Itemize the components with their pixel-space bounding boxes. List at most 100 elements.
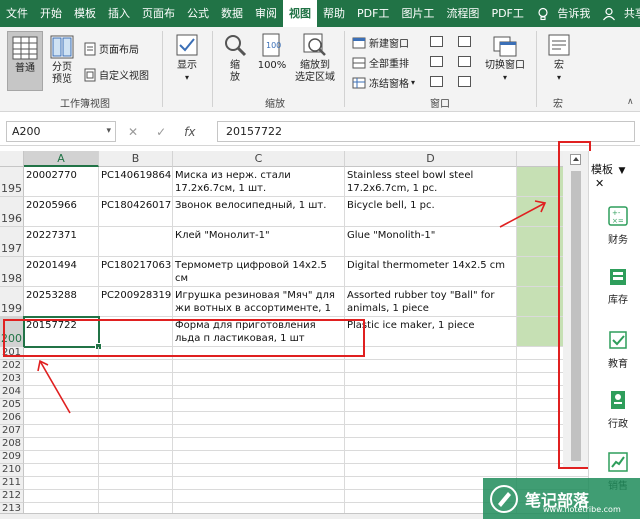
show-icon [176,34,198,56]
tab-template[interactable]: 模板 [68,0,102,27]
insert-function-icon[interactable]: fx [184,125,195,139]
zoom-label-1: 缩 [230,60,240,71]
template-side-panel: 模板 ▼ ✕ +-×= 财务 库存 教育 行政 销售 [588,151,640,519]
page-layout-button[interactable]: 页面布局 [84,41,139,56]
share-label: 共享 [623,7,640,20]
name-box-dropdown-icon[interactable]: ▾ [106,122,111,141]
side-panel-close-icon[interactable]: ✕ [595,177,604,190]
switch-windows-button[interactable]: 切换窗口 ▾ [482,33,528,84]
freeze-panes-button[interactable]: 冻结窗格 ▾ [352,75,415,90]
worksheet-grid[interactable]: A B C D 195 20002770 PC140619864 Миска и… [0,151,588,519]
inventory-icon [610,269,626,285]
formula-bar: A200 ▾ ✕ ✓ fx 20157722 [0,117,640,146]
template-admin-label: 行政 [608,419,628,430]
enter-icon[interactable]: ✓ [156,125,166,139]
switch-windows-dropdown-icon: ▾ [502,73,507,82]
tab-file[interactable]: 文件 [0,0,34,27]
page-break-preview-label-1: 分页 [52,62,72,73]
arrange-all-label: 全部重排 [369,59,409,70]
normal-view-label: 普通 [15,63,35,74]
new-window-label: 新建窗口 [369,39,409,50]
tell-me-label: 告诉我 [557,7,591,20]
tell-me-button[interactable]: 告诉我 [530,0,597,27]
page-break-preview-icon [50,35,74,59]
custom-views-icon [84,68,96,81]
show-label: 显示 [177,60,197,71]
page-break-preview-button[interactable]: 分页 预览 [47,35,77,86]
template-inventory-label: 库存 [608,295,628,306]
template-finance[interactable]: +- ×= 财务 [601,205,635,246]
tab-review[interactable]: 审阅 [249,0,283,27]
zoom-button[interactable]: 缩 放 [220,33,250,84]
watermark-logo: 笔记部落 www.notetribe.com [483,478,640,519]
person-icon [603,7,616,21]
template-admin[interactable]: 行政 [601,389,635,430]
ribbon-view: 普通 分页 预览 页面布局 自定义视图 工作簿视图 显示 ▾ 缩 放 100 1… [0,27,640,112]
annotation-arrows [37,200,547,414]
tab-view[interactable]: 视图 [283,0,317,27]
normal-view-icon [12,36,38,60]
custom-views-label: 自定义视图 [99,71,149,82]
tab-pdf-tools-2[interactable]: PDF工 [485,0,529,27]
collapse-ribbon-button[interactable]: ∧ [627,97,634,107]
new-window-button[interactable]: 新建窗口 [352,35,409,50]
svg-text:+-: +- [612,209,621,217]
name-box[interactable]: A200 ▾ [6,121,116,142]
cancel-icon[interactable]: ✕ [128,125,138,139]
reset-window-button[interactable] [458,76,471,87]
tab-home[interactable]: 开始 [34,0,68,27]
normal-view-button[interactable]: 普通 [7,31,43,91]
zoom-to-selection-icon [303,33,326,56]
tab-image-tools[interactable]: 图片工 [395,0,440,27]
lightbulb-icon [538,7,548,21]
unhide-window-button[interactable] [430,76,443,87]
tab-formulas[interactable]: 公式 [181,0,215,27]
tab-help[interactable]: 帮助 [317,0,351,27]
zoom-to-selection-label-2: 选定区域 [295,72,335,83]
zoom-to-selection-label-1: 缩放到 [300,60,330,71]
side-panel-title-text: 模板 [591,163,613,176]
sync-scrolling-button[interactable] [458,56,471,67]
macros-icon [548,34,570,56]
calculator-icon: +-×= [608,206,628,226]
hide-window-button[interactable] [430,56,443,67]
watermark-url: www.notetribe.com [543,505,621,514]
show-button[interactable]: 显示 ▾ [170,33,204,84]
zoom-100-label: 100% [257,60,287,71]
tab-pdf-tools[interactable]: PDF工 [351,0,395,27]
page-break-preview-label-2: 预览 [52,74,72,85]
group-zoom-label: 缩放 [265,99,285,110]
share-button[interactable]: 共享 [596,0,640,27]
freeze-panes-dropdown-icon: ▾ [411,78,416,87]
name-box-value: A200 [12,125,41,138]
template-inventory[interactable]: 库存 [601,265,635,306]
arrange-all-button[interactable]: 全部重排 [352,55,409,70]
side-panel-dropdown-icon[interactable]: ▼ [619,166,626,176]
template-finance-label: 财务 [608,235,628,246]
arrange-all-icon [352,57,366,68]
formula-input[interactable]: 20157722 [217,121,635,142]
side-by-side-button[interactable] [458,36,471,47]
split-button[interactable] [430,36,443,47]
show-dropdown-icon: ▾ [184,73,189,82]
group-window-label: 窗口 [430,99,450,110]
switch-windows-label: 切换窗口 [485,60,525,71]
tab-flowchart[interactable]: 流程图 [440,0,485,27]
tab-page-layout[interactable]: 页面布 [136,0,181,27]
zoom-to-selection-button[interactable]: 缩放到 选定区域 [292,33,338,84]
custom-views-button[interactable]: 自定义视图 [84,67,149,82]
switch-windows-icon [493,36,517,57]
tab-insert[interactable]: 插入 [102,0,136,27]
side-panel-title: 模板 ▼ ✕ [591,161,640,190]
tab-data[interactable]: 数据 [215,0,249,27]
macros-button[interactable]: 宏 ▾ [544,33,574,84]
magnifier-icon [225,35,247,57]
template-education-label: 教育 [608,359,628,370]
page-layout-label: 页面布局 [99,45,139,56]
freeze-panes-icon [352,77,366,88]
macros-button-label: 宏 [554,60,564,71]
zoom-100-button[interactable]: 100 100% [256,33,288,72]
education-icon [609,331,627,349]
template-education[interactable]: 教育 [601,329,635,370]
zoom-label-2: 放 [230,72,240,83]
